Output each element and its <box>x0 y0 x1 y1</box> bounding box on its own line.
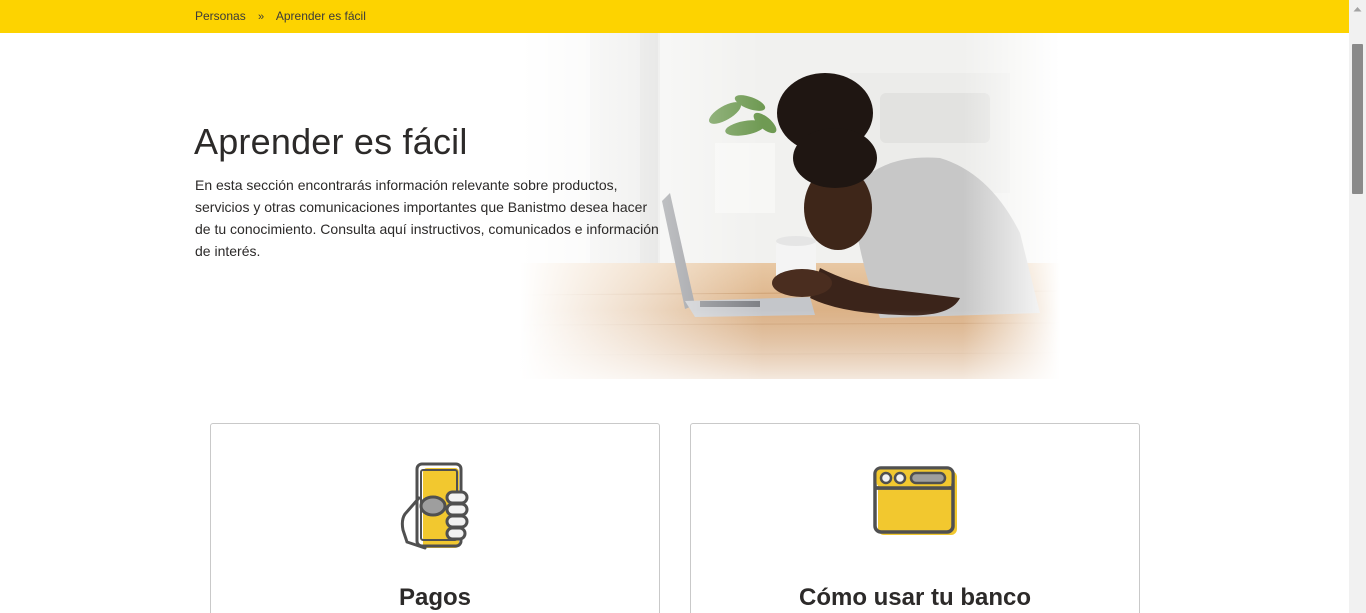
card-title-pagos: Pagos <box>398 584 472 611</box>
scrollbar-thumb[interactable] <box>1352 44 1363 194</box>
scrollbar[interactable] <box>1349 0 1366 613</box>
browser-window-icon <box>873 462 957 541</box>
breadcrumb-link-personas[interactable]: Personas <box>195 9 246 23</box>
hand-phone-icon <box>397 462 473 557</box>
scroll-up-icon[interactable] <box>1349 0 1366 17</box>
breadcrumb-current[interactable]: Aprender es fácil <box>276 9 366 23</box>
breadcrumb: Personas » Aprender es fácil <box>195 9 366 23</box>
card-title-como-usar-tu-banco: Cómo usar tu banco <box>798 584 1032 611</box>
page-title: Aprender es fácil <box>194 121 468 162</box>
hero-description: En esta sección encontrarás información … <box>195 177 659 259</box>
breadcrumb-separator: » <box>258 11 265 23</box>
page: Personas » Aprender es fácil Aprender es… <box>0 0 1366 613</box>
card-como-usar-tu-banco[interactable]: Cómo usar tu banco <box>690 423 1140 613</box>
card-pagos[interactable]: Pagos <box>210 423 660 613</box>
breadcrumb-bar: Personas » Aprender es fácil <box>0 0 1349 33</box>
